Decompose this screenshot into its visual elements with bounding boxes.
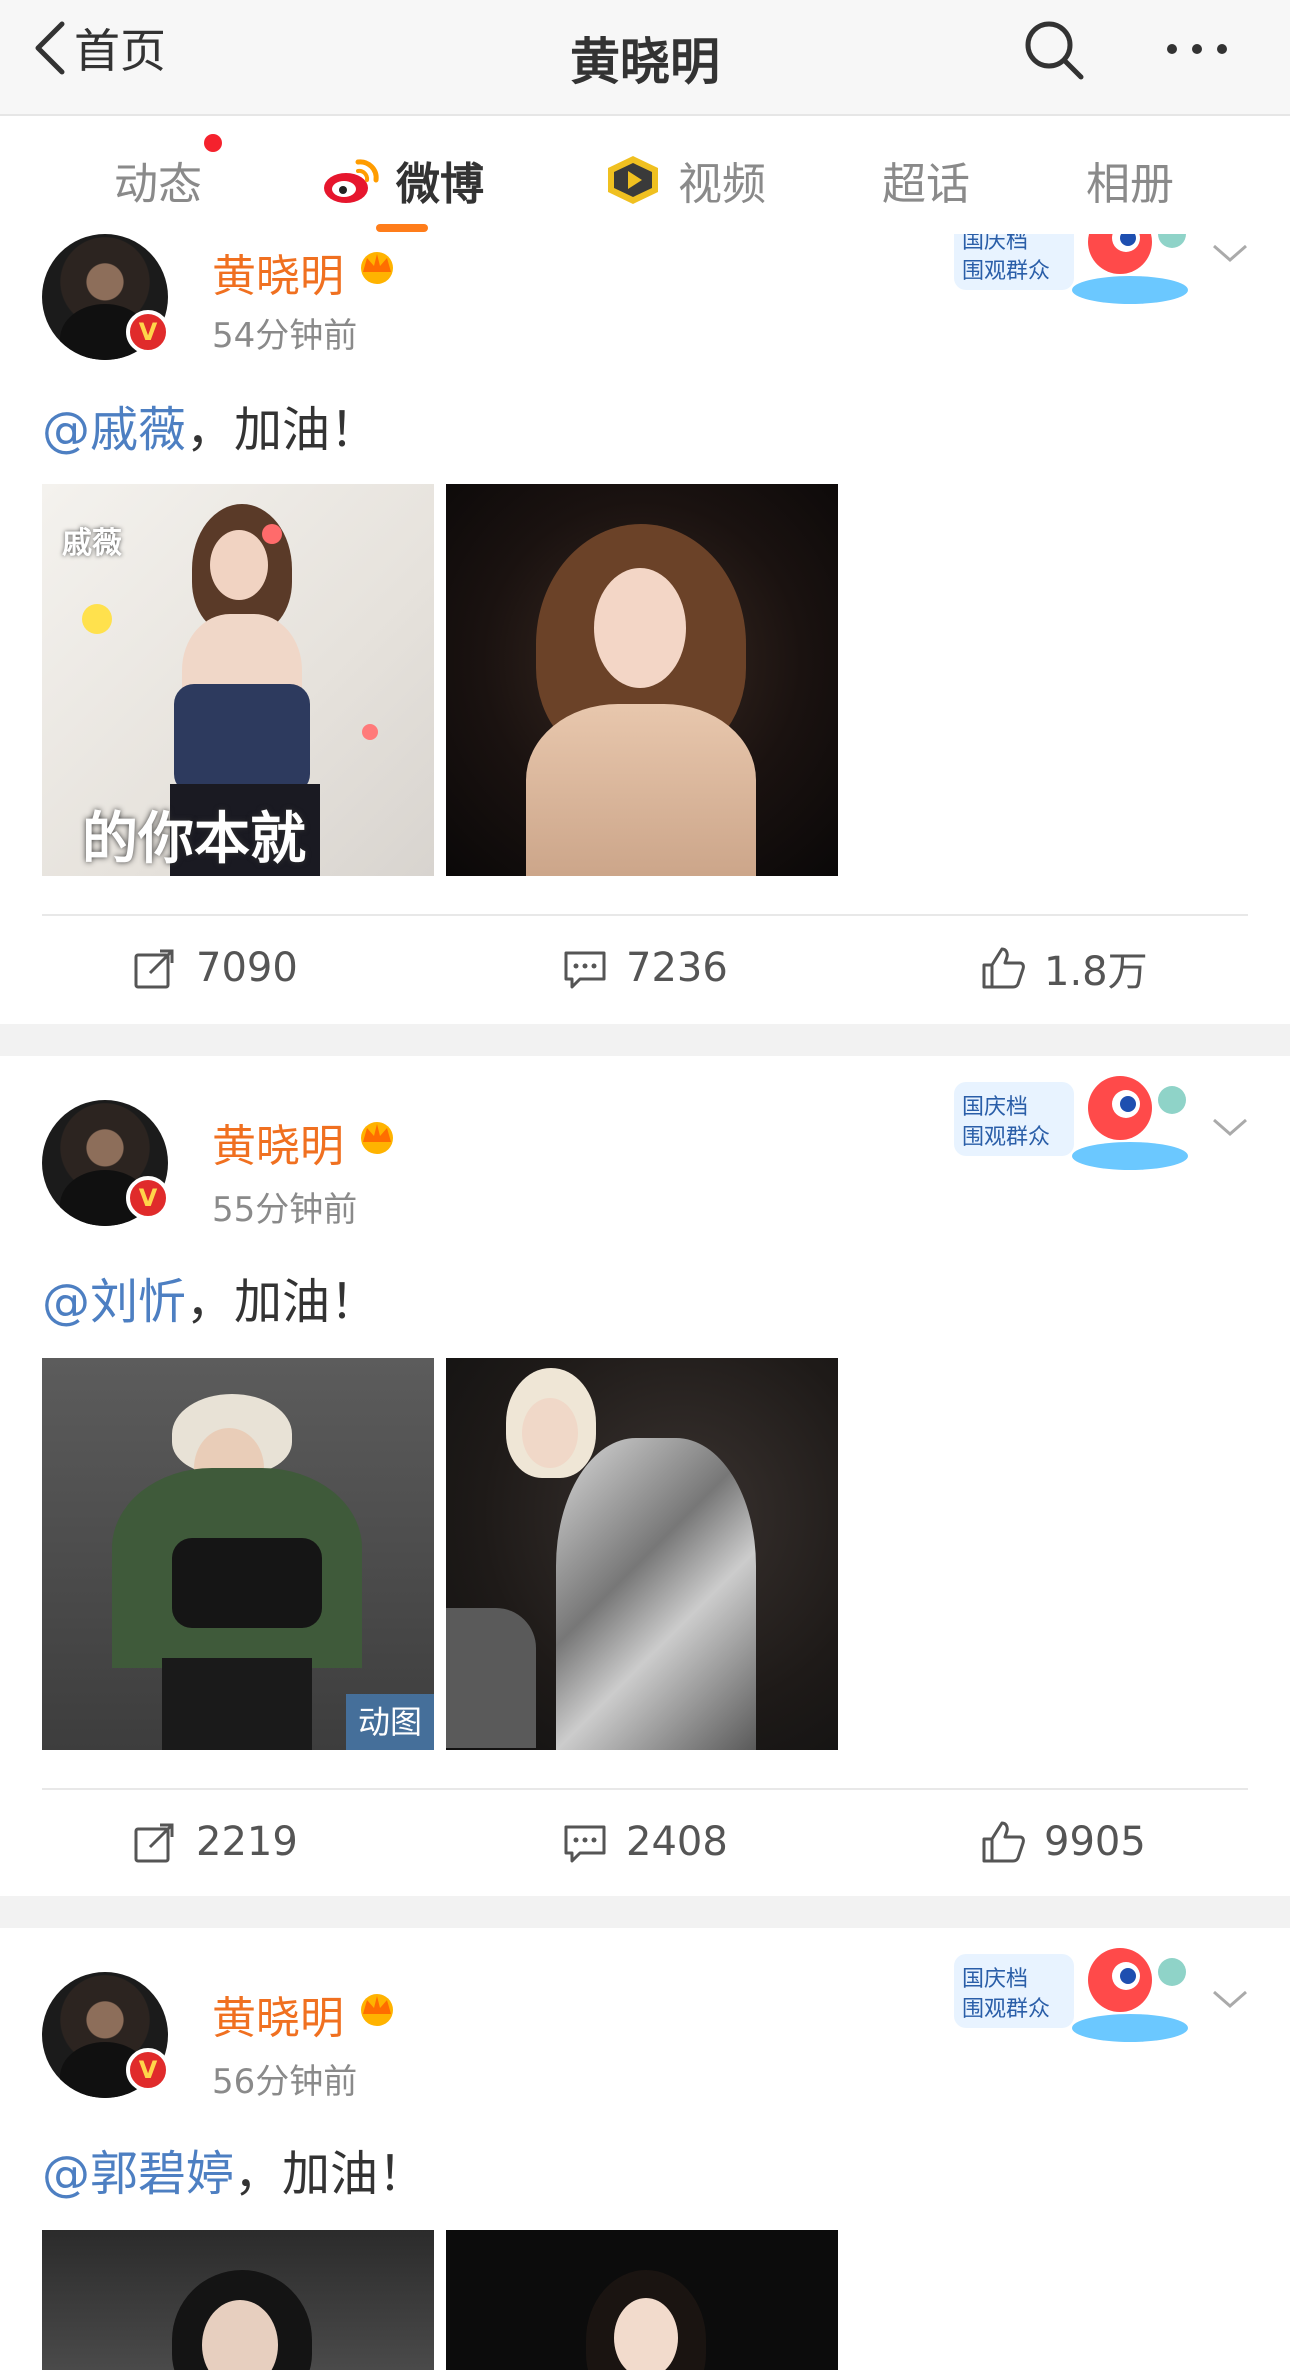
post-image[interactable] (42, 2230, 434, 2370)
svg-text:围观群众: 围观群众 (962, 259, 1050, 284)
repost-button[interactable]: 7090 (132, 938, 298, 998)
svg-text:围观群众: 围观群众 (962, 1997, 1050, 2022)
svg-text:国庆档: 国庆档 (962, 1967, 1028, 1992)
active-tab-indicator (376, 224, 428, 232)
post-time: 56分钟前 (212, 2062, 358, 2102)
comment-icon (564, 1825, 606, 1863)
post-image[interactable]: 戚薇 的你本就 (42, 484, 434, 876)
post-body: ，加油！ (186, 1274, 379, 1330)
post-time: 55分钟前 (212, 1190, 358, 1230)
post-image[interactable] (446, 2230, 838, 2370)
tab-super-topic[interactable]: 超话 (882, 150, 970, 210)
tab-label: 超话 (882, 159, 970, 210)
video-play-icon (608, 156, 658, 204)
page-title: 黄晓明 (570, 33, 720, 91)
like-count: 9905 (1044, 1819, 1146, 1865)
username[interactable]: 黄晓明 (212, 1982, 344, 2046)
like-count: 1.8万 (1044, 949, 1148, 995)
svg-text:国庆档: 国庆档 (962, 234, 1028, 254)
comment-count: 7236 (626, 945, 728, 991)
chevron-down-icon[interactable] (1210, 238, 1250, 268)
repost-count: 2219 (196, 1819, 298, 1865)
tab-label: 视频 (678, 159, 766, 210)
verified-badge-icon: V (126, 310, 170, 354)
like-button[interactable]: 9905 (980, 1812, 1146, 1872)
comment-count: 2408 (626, 1819, 728, 1865)
post-text: @戚薇，加油！ (42, 390, 378, 460)
repost-count: 7090 (196, 945, 298, 991)
post-body: ，加油！ (186, 402, 379, 458)
tab-album[interactable]: 相册 (1086, 150, 1174, 210)
tab-weibo[interactable]: 微博 (322, 150, 484, 210)
profile-tab-bar: 动态 微博 视频 超话 相册 (0, 116, 1290, 234)
thumbs-up-icon (982, 947, 1025, 989)
image-caption: 的你本就 (82, 807, 306, 872)
verified-badge-icon: V (126, 2048, 170, 2092)
post-text: @刘忻，加油！ (42, 1262, 378, 1332)
weibo-logo-icon (324, 159, 379, 203)
tab-dynamics[interactable]: 动态 (114, 150, 202, 210)
mention-link[interactable]: @郭碧婷 (42, 2146, 234, 2202)
post-body: ，加油！ (234, 2146, 427, 2202)
more-icon[interactable] (1162, 24, 1232, 74)
thumbs-up-icon (982, 1821, 1025, 1863)
svg-text:围观群众: 围观群众 (962, 1125, 1050, 1150)
tab-video[interactable]: 视频 (604, 150, 766, 210)
mention-link[interactable]: @戚薇 (42, 402, 186, 458)
image-caption: 戚薇 (62, 526, 122, 561)
post-card[interactable]: V 黄晓明 55分钟前 国庆档 围观群众 @刘忻，加油！ 动图 2219 240… (0, 1056, 1290, 1896)
national-day-badge-icon[interactable]: 国庆档 围观群众 (950, 234, 1194, 308)
repost-icon (134, 949, 174, 989)
like-button[interactable]: 1.8万 (980, 938, 1148, 998)
nav-bar: 首页 黄晓明 (0, 0, 1290, 116)
comment-button[interactable]: 7236 (562, 938, 728, 998)
post-image[interactable]: 动图 (42, 1358, 434, 1750)
tab-label: 动态 (114, 159, 202, 210)
comment-button[interactable]: 2408 (562, 1812, 728, 1872)
repost-icon (134, 1823, 174, 1863)
national-day-badge-icon[interactable]: 国庆档 围观群众 (950, 1936, 1194, 2046)
post-card[interactable]: V 黄晓明 54分钟前 国庆档 围观群众 @戚薇，加油！ 戚薇 的你本就 709… (0, 234, 1290, 1024)
vip-crown-icon (361, 1994, 393, 2026)
comment-icon (564, 951, 606, 989)
search-icon[interactable] (1022, 18, 1086, 82)
divider (42, 914, 1248, 916)
tab-label: 微博 (396, 159, 484, 210)
chevron-down-icon[interactable] (1210, 1984, 1250, 2014)
gif-badge: 动图 (346, 1694, 434, 1750)
post-card[interactable]: V 黄晓明 56分钟前 国庆档 围观群众 @郭碧婷，加油！ (0, 1928, 1290, 2370)
post-text: @郭碧婷，加油！ (42, 2134, 426, 2204)
verified-badge-icon: V (126, 1176, 170, 1220)
username[interactable]: 黄晓明 (212, 240, 344, 304)
post-image[interactable] (446, 1358, 838, 1750)
chevron-down-icon[interactable] (1210, 1112, 1250, 1142)
post-time: 54分钟前 (212, 316, 358, 356)
vip-crown-icon (361, 1122, 393, 1154)
divider (42, 1788, 1248, 1790)
post-image[interactable] (446, 484, 838, 876)
notification-dot (204, 134, 222, 152)
mention-link[interactable]: @刘忻 (42, 1274, 186, 1330)
vip-crown-icon (361, 252, 393, 284)
username[interactable]: 黄晓明 (212, 1110, 344, 1174)
national-day-badge-icon[interactable]: 国庆档 围观群众 (950, 1064, 1194, 1174)
svg-text:国庆档: 国庆档 (962, 1095, 1028, 1120)
tab-label: 相册 (1086, 159, 1174, 210)
repost-button[interactable]: 2219 (132, 1812, 298, 1872)
